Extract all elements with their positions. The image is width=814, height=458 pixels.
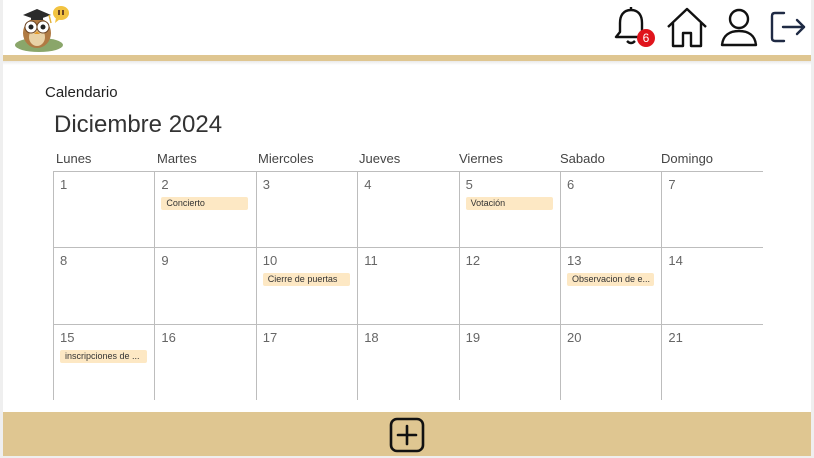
owl-logo[interactable] [13,3,71,53]
event-chip[interactable]: Cierre de puertas [262,273,350,287]
weekday-thursday: Jueves [359,151,401,166]
day-cell[interactable]: 15 inscripciones de ... [53,323,155,400]
day-number: 15 [60,329,75,345]
day-number: 19 [465,329,481,345]
day-number: 11 [364,253,378,269]
weekday-sunday: Domingo [661,151,714,166]
weekday-tuesday: Martes [157,151,197,166]
owl-graduate-icon [15,6,69,52]
plus-square-icon [389,417,425,453]
day-number: 12 [465,253,481,269]
notification-badge: 6 [637,29,655,47]
day-number: 20 [567,329,582,345]
day-cell[interactable]: 20 [560,323,662,400]
day-number: 6 [567,177,575,192]
day-cell[interactable]: 21 [661,323,763,400]
day-cell[interactable]: 9 [154,247,256,324]
day-number: 1 [60,177,68,192]
day-number: 13 [567,253,582,269]
month-title: Diciembre 2024 [54,111,223,138]
day-cell[interactable]: 10 Cierre de puertas [255,247,358,324]
weekday-saturday: Sabado [560,151,605,166]
profile-button[interactable] [717,5,761,49]
day-number: 5 [465,177,473,192]
app-frame: 6 Calendario Diciembre 2024 Lunes Martes… [3,0,811,456]
day-number: 18 [364,329,379,345]
logout-icon [770,11,806,43]
day-cell[interactable]: 6 [560,171,662,248]
day-number: 4 [364,177,372,192]
day-cell[interactable]: 8 [53,247,155,324]
calendar-grid: 1 2 Concierto 3 4 5 Votación 6 7 8 9 10 … [53,171,763,400]
day-number: 17 [262,329,278,345]
home-icon [667,7,707,48]
day-cell[interactable]: 12 [458,247,560,324]
day-cell[interactable]: 19 [458,323,560,400]
day-cell[interactable]: 17 [255,323,358,400]
event-chip[interactable]: Votación [465,197,553,210]
day-cell[interactable]: 4 [357,171,459,248]
day-cell[interactable]: 16 [154,323,256,400]
day-number: 14 [668,253,683,269]
day-cell[interactable]: 18 [357,323,459,400]
day-number: 10 [262,253,278,269]
top-bar: 6 [3,0,811,56]
day-cell[interactable]: 11 [357,247,459,324]
day-number: 7 [668,177,676,192]
logout-button[interactable] [767,5,811,49]
event-chip[interactable]: inscripciones de ... [60,349,147,363]
weekday-wednesday: Miercoles [258,151,314,166]
day-cell[interactable]: 7 [661,171,763,248]
event-chip[interactable]: Observacion de e... [567,273,654,287]
day-number: 16 [161,329,176,345]
day-cell[interactable]: 5 Votación [458,171,560,248]
weekday-friday: Viernes [459,151,503,166]
day-cell[interactable]: 13 Observacion de e... [560,247,662,324]
weekday-monday: Lunes [56,151,92,166]
day-cell[interactable]: 2 Concierto [154,171,256,248]
day-number: 9 [161,253,169,269]
day-number: 3 [262,177,271,192]
day-cell[interactable]: 14 [661,247,763,324]
top-bar-shadow [3,61,811,65]
add-event-button[interactable] [389,417,425,453]
day-cell[interactable]: 3 [255,171,358,248]
event-chip[interactable]: Concierto [161,197,249,210]
user-icon [720,8,758,47]
day-cell[interactable]: 1 [53,171,155,248]
day-number: 21 [668,329,683,345]
section-title: Calendario [45,84,118,101]
day-number: 2 [161,177,169,192]
day-number: 8 [60,253,68,269]
home-button[interactable] [665,5,709,49]
